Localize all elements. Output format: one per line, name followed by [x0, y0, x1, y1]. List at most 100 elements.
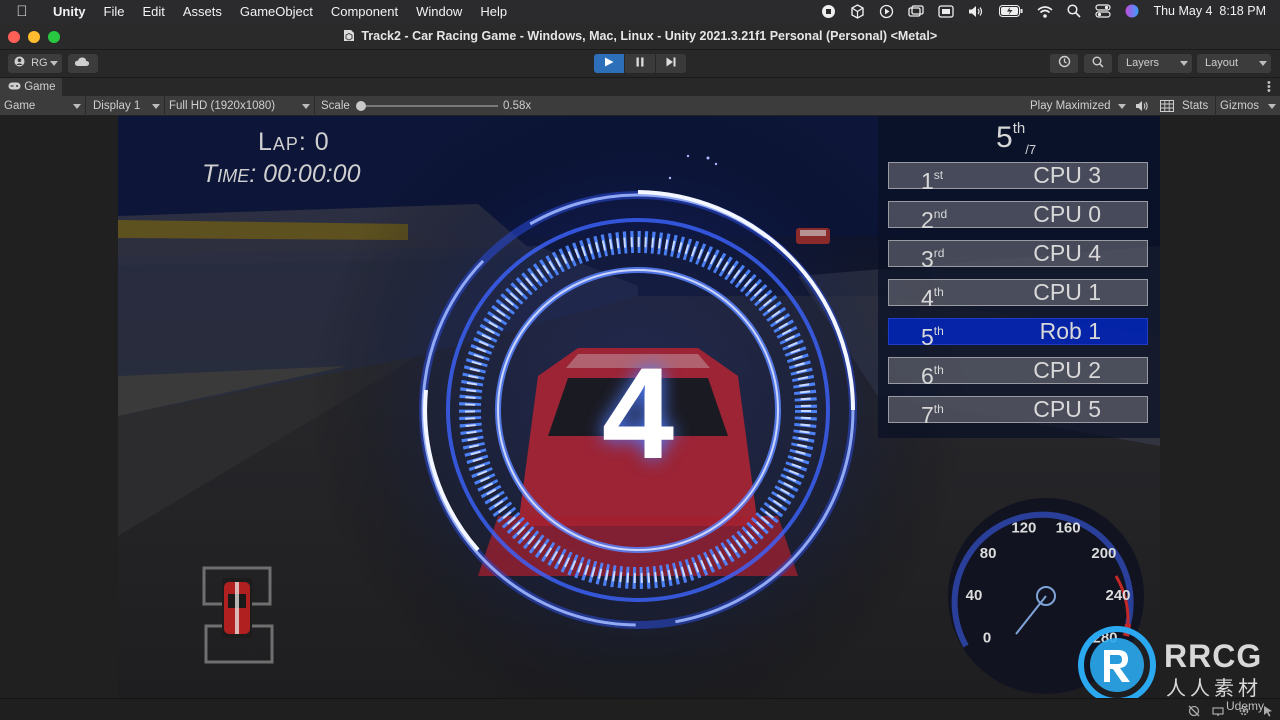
- game-view-bar: Game Display 1 Full HD (1920x1080) Scale…: [0, 96, 1280, 116]
- volume-icon[interactable]: [968, 5, 985, 18]
- leaderboard-name: CPU 4: [1033, 240, 1101, 266]
- leaderboard-row: 6th CPU 2: [888, 357, 1148, 389]
- unity-document-icon: [343, 30, 354, 41]
- resolution-label: Full HD (1920x1080): [169, 100, 276, 112]
- scale-slider-thumb[interactable]: [356, 101, 366, 111]
- leaderboard-rank-number: 2: [921, 207, 934, 233]
- layers-label: Layers: [1126, 57, 1160, 69]
- leaderboard-rank-suffix: nd: [933, 207, 948, 221]
- menu-help[interactable]: Help: [471, 4, 516, 19]
- stats-button[interactable]: Stats: [1182, 96, 1208, 116]
- leaderboard-rank-number: 6: [921, 363, 934, 389]
- layers-caret-icon: [1180, 61, 1188, 66]
- scale-label: Scale: [321, 100, 350, 112]
- leaderboard-rank: 4th: [921, 280, 944, 311]
- layout-label: Layout: [1205, 57, 1239, 69]
- history-button[interactable]: [1050, 54, 1078, 73]
- leaderboard-rank: 3rd: [921, 241, 944, 272]
- step-icon: [666, 57, 676, 67]
- leaderboard-rank-suffix: st: [933, 168, 944, 182]
- aspect-grid-icon[interactable]: [1160, 100, 1174, 112]
- step-button[interactable]: [656, 54, 686, 73]
- account-caret-icon: [50, 61, 58, 66]
- leaderboard-name: CPU 0: [1033, 201, 1101, 227]
- clock[interactable]: Thu May 4 8:18 PM: [1153, 4, 1266, 18]
- leaderboard-rank-suffix: rd: [933, 246, 945, 260]
- leaderboard-rank-number: 3: [921, 246, 934, 272]
- play-circle-icon[interactable]: [879, 4, 894, 19]
- speedometer-tick-label: 40: [966, 587, 983, 604]
- leaderboard-row: 7th CPU 5: [888, 396, 1148, 428]
- account-button[interactable]: RG: [8, 54, 62, 73]
- speedometer-tick-label: 120: [1011, 520, 1036, 537]
- layers-dropdown[interactable]: Layers: [1118, 54, 1192, 73]
- gizmos-dropdown[interactable]: Gizmos: [1215, 96, 1280, 116]
- debug-icon[interactable]: [1188, 705, 1200, 717]
- menu-edit[interactable]: Edit: [133, 4, 173, 19]
- control-center-icon[interactable]: [1095, 4, 1112, 18]
- search-icon: [1092, 56, 1104, 68]
- account-label: RG: [31, 57, 48, 69]
- pause-icon: [636, 57, 644, 67]
- menu-assets[interactable]: Assets: [174, 4, 231, 19]
- tab-game[interactable]: Game: [0, 78, 62, 96]
- window-icon[interactable]: [938, 4, 955, 18]
- lap-counter: Lap: 0: [258, 128, 330, 156]
- settings-icon[interactable]: [1238, 705, 1250, 717]
- display-dropdown[interactable]: Display 1: [89, 96, 165, 116]
- speedometer-tick-label: 80: [980, 545, 997, 562]
- menu-window[interactable]: Window: [407, 4, 471, 19]
- leaderboard-name: Rob 1: [1039, 318, 1101, 344]
- game-render[interactable]: 4 Lap: 0 Time: 00:00:00 5th/7 1st CPU 3 2n…: [118, 116, 1160, 698]
- apple-icon[interactable]: : [0, 3, 44, 20]
- wifi-icon[interactable]: [1037, 5, 1053, 18]
- cloud-button[interactable]: [68, 54, 98, 73]
- leaderboard-name: CPU 1: [1033, 279, 1101, 305]
- watermark-sub: 人人素材: [1166, 678, 1262, 700]
- screen-mirror-icon[interactable]: [908, 4, 925, 18]
- resolution-caret-icon: [302, 104, 310, 109]
- speedometer-tick-label: 0: [983, 629, 991, 646]
- scale-slider-track[interactable]: [360, 105, 498, 107]
- game-viewport: 4 Lap: 0 Time: 00:00:00 5th/7 1st CPU 3 2n…: [0, 116, 1280, 704]
- menu-app[interactable]: Unity: [44, 4, 95, 19]
- play-mode-dropdown[interactable]: Play Maximized: [1026, 96, 1130, 116]
- search-button[interactable]: [1084, 54, 1112, 73]
- battery-icon[interactable]: [999, 5, 1023, 17]
- countdown-number: 4: [601, 340, 675, 486]
- leaderboard-row: 3rd CPU 4: [888, 240, 1148, 272]
- unity-toolbar: RG Layers Layout: [0, 50, 1280, 78]
- speedometer-tick-label: 240: [1105, 587, 1130, 604]
- current-position-number: 5: [996, 121, 1013, 154]
- unity-cube-icon[interactable]: [850, 3, 865, 19]
- gamepad-icon: [8, 82, 21, 90]
- gizmos-label: Gizmos: [1220, 100, 1259, 112]
- resolution-dropdown[interactable]: Full HD (1920x1080): [165, 96, 315, 116]
- rrcg-logo-icon: [1078, 626, 1156, 704]
- siri-icon[interactable]: [1125, 4, 1139, 18]
- view-dropdown[interactable]: Game: [0, 96, 86, 116]
- menu-file[interactable]: File: [95, 4, 134, 19]
- menu-gameobject[interactable]: GameObject: [231, 4, 322, 19]
- search-icon[interactable]: [1067, 4, 1082, 18]
- tab-menu-icon[interactable]: • • •: [1267, 78, 1271, 97]
- layout-caret-icon: [1259, 61, 1267, 66]
- layout-dropdown[interactable]: Layout: [1197, 54, 1271, 73]
- record-icon[interactable]: [821, 4, 836, 19]
- play-button[interactable]: [594, 54, 624, 73]
- mute-audio-icon[interactable]: [1135, 100, 1149, 112]
- tab-bar: Game • • •: [0, 78, 1280, 97]
- menu-bar:  Unity File Edit Assets GameObject Comp…: [0, 0, 1280, 22]
- pause-button[interactable]: [625, 54, 655, 73]
- speedometer-tick-label: 160: [1056, 520, 1081, 537]
- leaderboard-rank-number: 4: [921, 285, 934, 311]
- leaderboard-rank: 5th: [921, 319, 944, 350]
- paint-icon[interactable]: [1212, 705, 1224, 717]
- play-mode-caret-icon: [1118, 104, 1126, 109]
- menu-component[interactable]: Component: [322, 4, 407, 19]
- account-icon: [14, 56, 25, 67]
- speedometer-tick-label: 200: [1091, 545, 1116, 562]
- cursor-icon[interactable]: [1262, 705, 1274, 717]
- view-caret-icon: [73, 104, 81, 109]
- scale-value: 0.58x: [503, 100, 532, 112]
